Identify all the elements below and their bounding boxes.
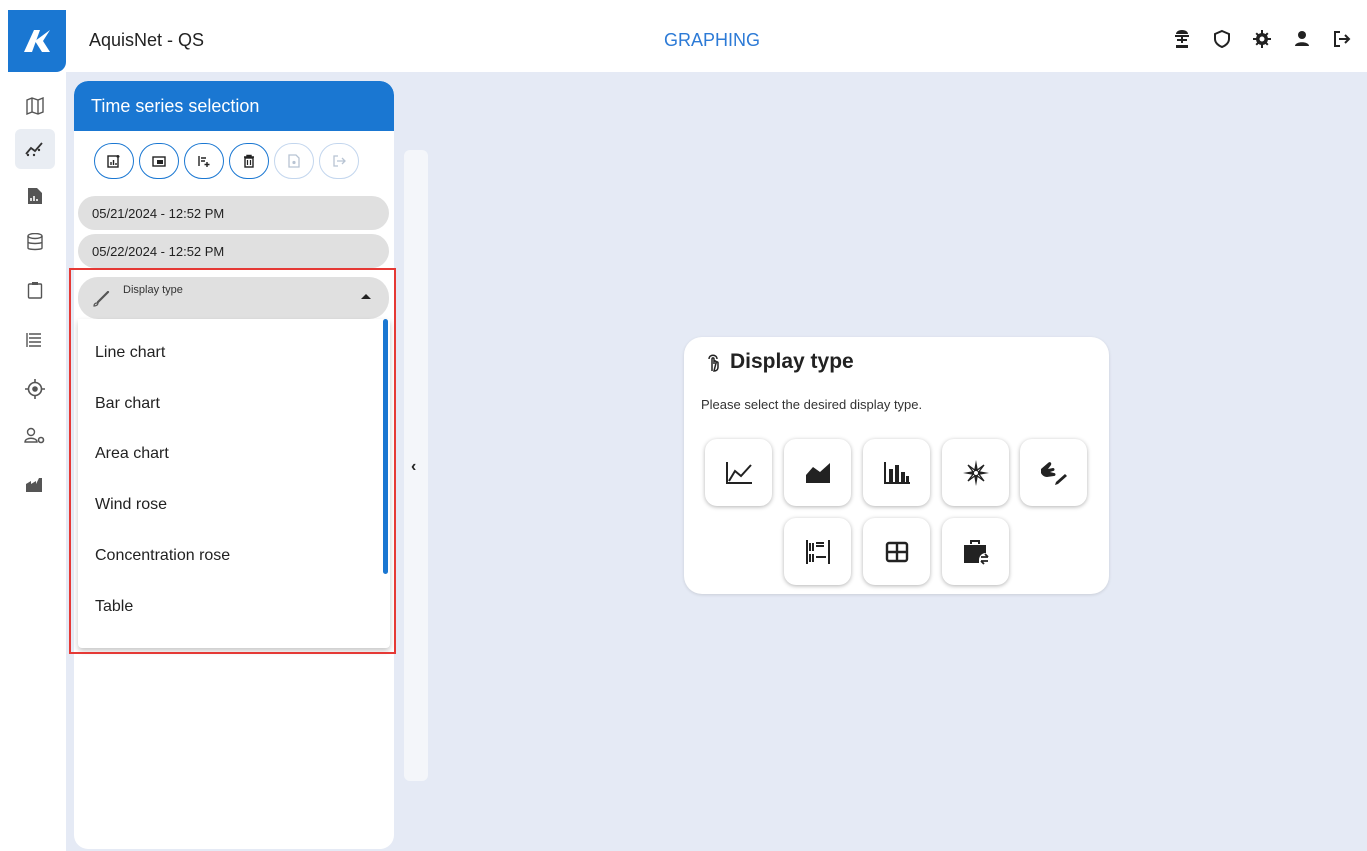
add-list-icon xyxy=(198,156,210,167)
display-type-label: Display type xyxy=(123,284,183,296)
collapse-panel-button[interactable]: ‹ xyxy=(404,150,428,781)
menu-scrollbar[interactable] xyxy=(383,319,388,574)
nav-graph-icon[interactable] xyxy=(15,129,55,169)
card-subtitle: Please select the desired display type. xyxy=(701,397,923,412)
nav-clipboard-icon[interactable] xyxy=(15,270,55,310)
timeline-icon xyxy=(805,539,830,564)
app-logo[interactable] xyxy=(8,10,66,72)
stacked-bars-button[interactable] xyxy=(784,518,851,585)
bar-chart-button[interactable] xyxy=(863,439,930,506)
display-type-menu: Line chart Bar chart Area chart Wind ros… xyxy=(78,319,390,648)
bar-chart-icon xyxy=(883,461,910,484)
nav-database-icon[interactable] xyxy=(15,222,55,262)
table-button[interactable] xyxy=(863,518,930,585)
end-date-field[interactable]: 05/22/2024 - 12:52 PM xyxy=(78,234,389,268)
option-table[interactable]: Table xyxy=(95,598,133,616)
briefcase-swap-icon xyxy=(963,539,989,565)
logout-icon[interactable] xyxy=(1331,28,1353,50)
touch-icon xyxy=(708,354,719,372)
compass-rose-icon xyxy=(962,459,989,486)
open-folder-button[interactable] xyxy=(139,143,179,179)
panel-title: Time series selection xyxy=(74,81,394,131)
nav-user-settings-icon[interactable] xyxy=(15,416,55,456)
shield-icon[interactable] xyxy=(1211,28,1233,50)
export-switch-button[interactable] xyxy=(942,518,1009,585)
option-concentration-rose[interactable]: Concentration rose xyxy=(95,547,230,565)
app-title: AquisNet - QS xyxy=(89,30,205,50)
file-icon xyxy=(288,154,300,168)
brush-icon xyxy=(93,291,110,307)
delete-button[interactable] xyxy=(229,143,269,179)
nav-report-icon[interactable] xyxy=(15,176,55,216)
export-file-button[interactable] xyxy=(274,143,314,179)
area-chart-button[interactable] xyxy=(784,439,851,506)
concentration-rose-button[interactable] xyxy=(1020,439,1087,506)
gear-icon[interactable] xyxy=(1251,28,1273,50)
add-list-button[interactable] xyxy=(184,143,224,179)
weather-station-icon[interactable] xyxy=(1171,28,1193,50)
trash-icon xyxy=(244,154,254,168)
display-type-card: Display type Please select the desired d… xyxy=(684,337,1109,594)
option-wind-rose[interactable]: Wind rose xyxy=(95,496,167,514)
add-chart-icon xyxy=(107,155,120,168)
option-line-chart[interactable]: Line chart xyxy=(95,344,165,362)
side-nav xyxy=(0,72,66,851)
add-chart-button[interactable] xyxy=(94,143,134,179)
card-title: Display type xyxy=(730,350,854,373)
page-label: GRAPHING xyxy=(664,30,761,50)
area-chart-icon xyxy=(805,462,830,483)
share-icon xyxy=(333,155,346,167)
top-bar: AquisNet - QS GRAPHING xyxy=(0,0,1367,72)
share-button[interactable] xyxy=(319,143,359,179)
logo-icon xyxy=(24,30,50,52)
option-area-chart[interactable]: Area chart xyxy=(95,445,169,463)
nav-target-icon[interactable] xyxy=(15,369,55,409)
nav-map-icon[interactable] xyxy=(15,86,55,126)
hand-gesture-icon xyxy=(1040,461,1067,485)
caret-up-icon xyxy=(361,294,371,299)
wind-rose-button[interactable] xyxy=(942,439,1009,506)
chevron-left-icon: ‹ xyxy=(411,458,417,475)
nav-list-icon[interactable] xyxy=(15,320,55,360)
user-icon[interactable] xyxy=(1291,28,1313,50)
line-chart-button[interactable] xyxy=(705,439,772,506)
start-date-field[interactable]: 05/21/2024 - 12:52 PM xyxy=(78,196,389,230)
table-icon xyxy=(885,541,908,562)
line-chart-icon xyxy=(725,461,752,484)
option-bar-chart[interactable]: Bar chart xyxy=(95,395,160,413)
folder-icon xyxy=(152,156,166,167)
nav-factory-icon[interactable] xyxy=(15,464,55,504)
display-type-select[interactable]: Display type xyxy=(78,277,389,319)
